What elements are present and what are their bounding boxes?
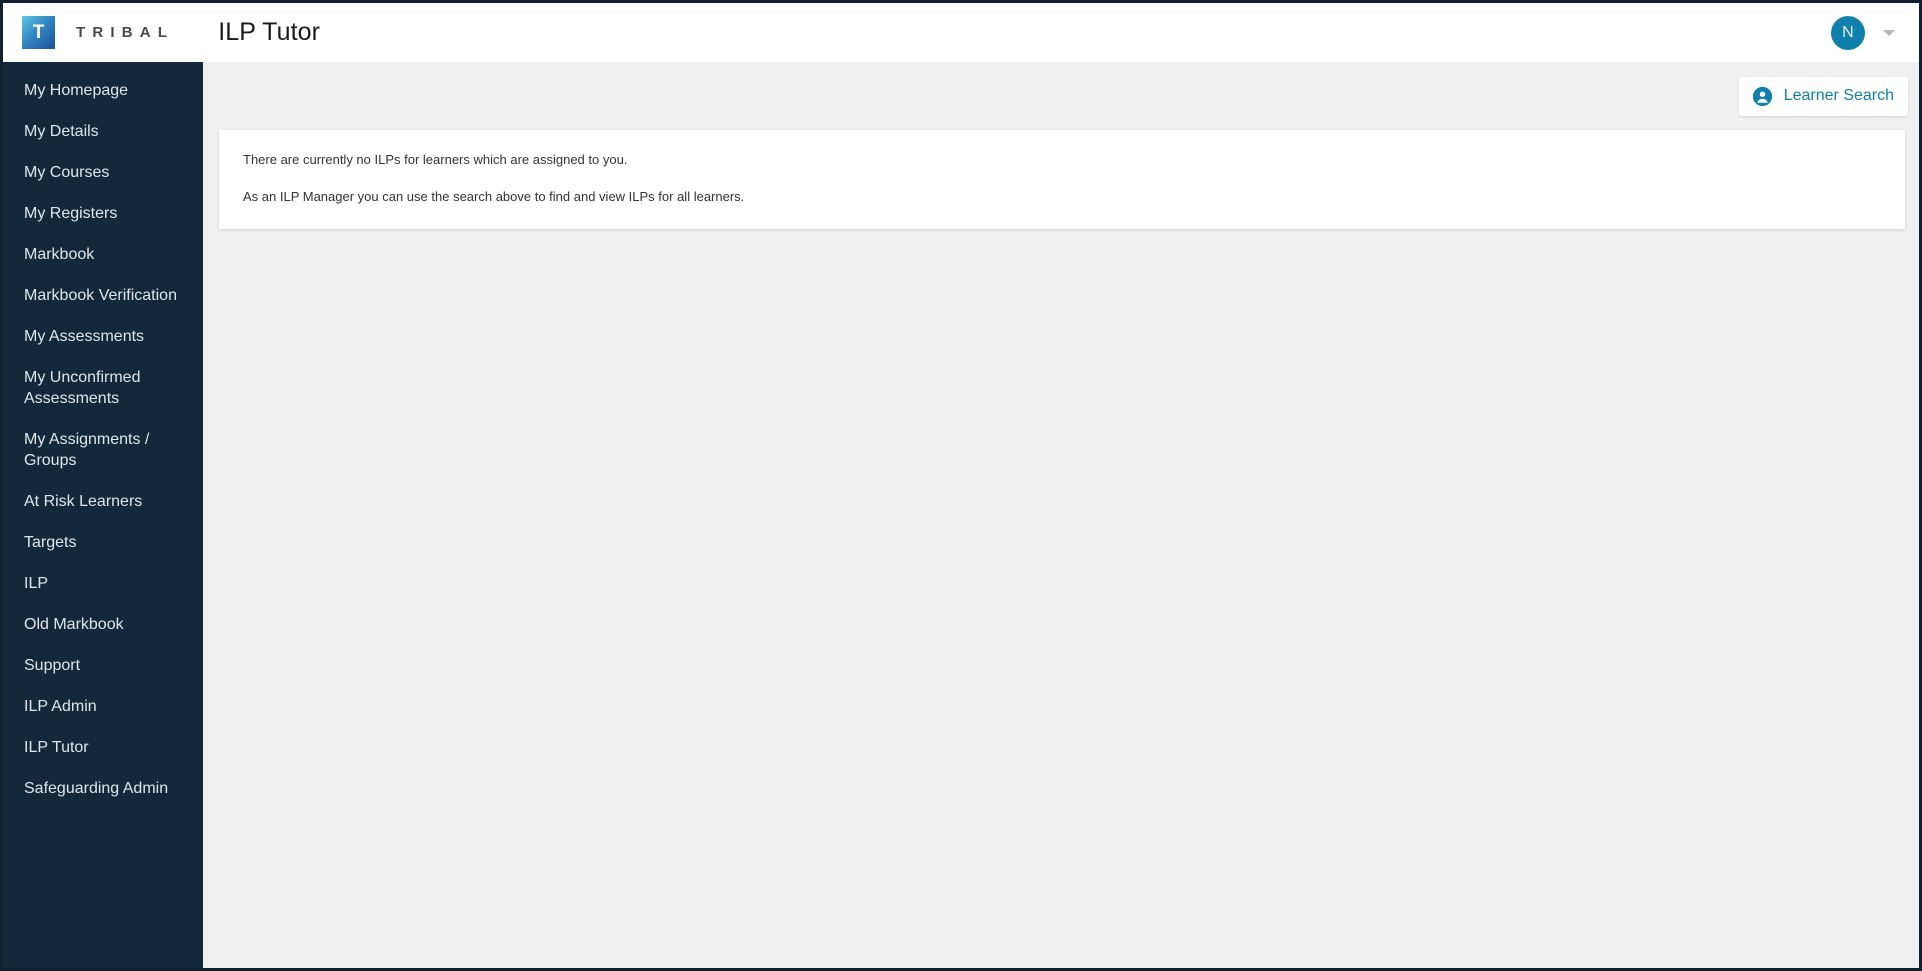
chevron-down-icon[interactable] — [1883, 29, 1895, 36]
sidebar-item-safeguarding-admin[interactable]: Safeguarding Admin — [3, 768, 203, 809]
empty-state-card: There are currently no ILPs for learners… — [219, 130, 1905, 229]
learner-search-label: Learner Search — [1783, 87, 1894, 104]
sidebar-nav: My Homepage My Details My Courses My Reg… — [3, 62, 203, 968]
sidebar-item-my-registers[interactable]: My Registers — [3, 193, 203, 234]
top-header-bar: T TRIBAL ILP Tutor N — [3, 3, 1919, 62]
sidebar-item-ilp-tutor[interactable]: ILP Tutor — [3, 727, 203, 768]
sidebar-item-my-assignments-groups[interactable]: My Assignments / Groups — [3, 419, 203, 481]
main-content: Learner Search There are currently no IL… — [203, 62, 1919, 968]
sidebar-item-markbook[interactable]: Markbook — [3, 234, 203, 275]
brand-area[interactable]: T TRIBAL — [22, 16, 174, 49]
avatar[interactable]: N — [1831, 15, 1865, 50]
sidebar-item-markbook-verification[interactable]: Markbook Verification — [3, 275, 203, 316]
sidebar-item-my-homepage[interactable]: My Homepage — [3, 70, 203, 111]
logo-letter: T — [32, 21, 45, 43]
sidebar-item-my-unconfirmed-assessments[interactable]: My Unconfirmed Assessments — [3, 357, 203, 419]
page-title: ILP Tutor — [218, 18, 321, 46]
sidebar-item-my-courses[interactable]: My Courses — [3, 152, 203, 193]
content-toolbar: Learner Search — [203, 62, 1919, 130]
brand-wordmark: TRIBAL — [76, 24, 175, 41]
sidebar-item-ilp[interactable]: ILP — [3, 563, 203, 604]
empty-state-message-primary: There are currently no ILPs for learners… — [243, 152, 628, 167]
sidebar-item-at-risk-learners[interactable]: At Risk Learners — [3, 481, 203, 522]
empty-state-message-secondary: As an ILP Manager you can use the search… — [243, 189, 745, 204]
sidebar-item-my-assessments[interactable]: My Assessments — [3, 316, 203, 357]
app-window: T TRIBAL ILP Tutor N My Homepage My Deta… — [0, 0, 1922, 971]
sidebar-item-old-markbook[interactable]: Old Markbook — [3, 604, 203, 645]
tribal-logo-icon: T — [22, 16, 55, 49]
sidebar-item-targets[interactable]: Targets — [3, 522, 203, 563]
person-icon — [1752, 86, 1773, 107]
learner-search-button[interactable]: Learner Search — [1738, 76, 1908, 116]
header-right-controls: N — [1831, 15, 1895, 50]
sidebar-item-ilp-admin[interactable]: ILP Admin — [3, 686, 203, 727]
sidebar-item-my-details[interactable]: My Details — [3, 111, 203, 152]
sidebar-item-support[interactable]: Support — [3, 645, 203, 686]
avatar-initial: N — [1842, 23, 1854, 41]
